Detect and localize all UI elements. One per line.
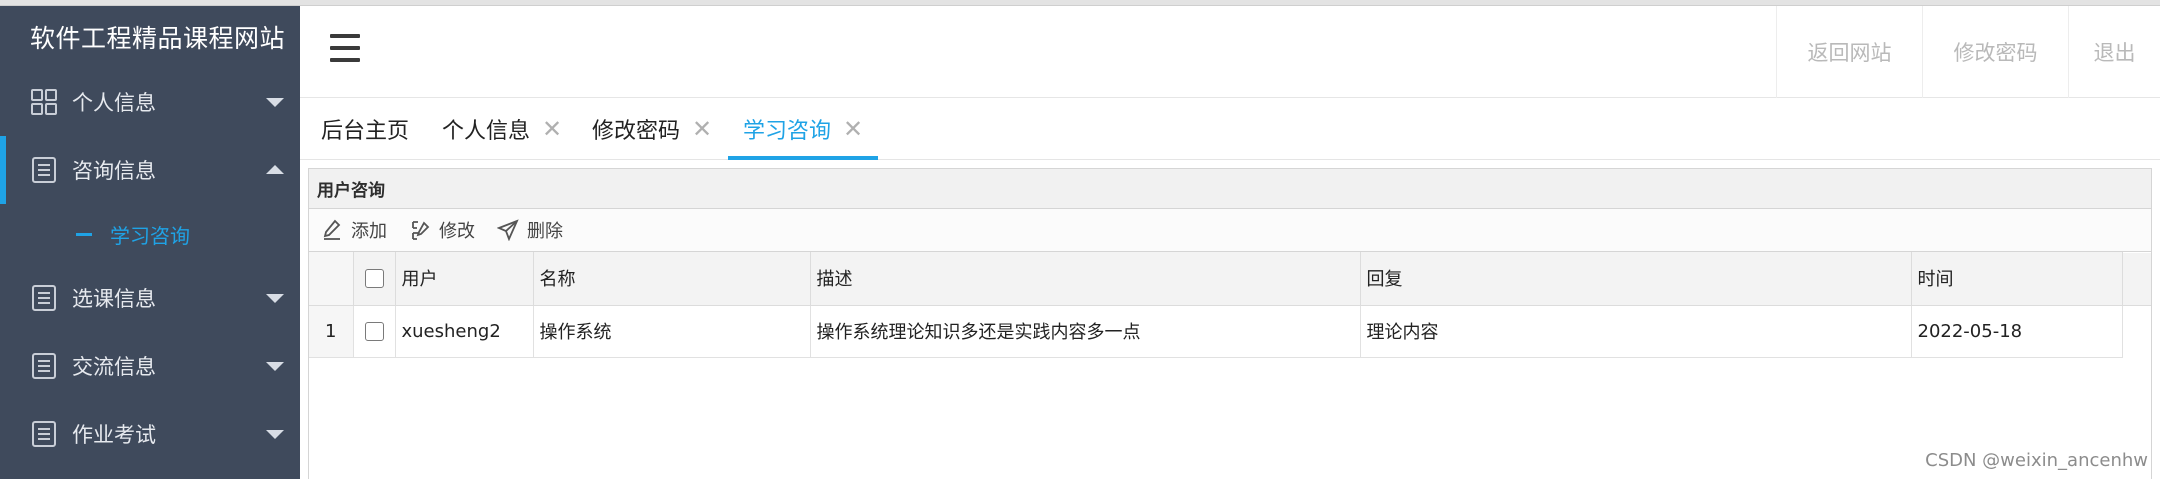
column-header-name[interactable]: 名称 — [533, 252, 811, 306]
sidebar-item-label: 作业考试 — [72, 423, 156, 447]
cell-name: 操作系统 — [533, 305, 811, 358]
change-password-link[interactable]: 修改密码 — [1922, 6, 2068, 98]
pencil-icon — [321, 219, 343, 241]
tab-label: 个人信息 — [442, 119, 531, 144]
tab-dashboard[interactable]: 后台主页 — [321, 98, 409, 160]
sidebar-item-label: 个人信息 — [72, 91, 156, 115]
document-icon — [30, 156, 58, 184]
sidebar-item-homework-exam[interactable]: 作业考试 — [0, 400, 300, 468]
column-header-reply[interactable]: 回复 — [1360, 252, 1912, 306]
sidebar-item-course-selection[interactable]: 选课信息 — [0, 264, 300, 332]
sidebar-item-consult-info[interactable]: 咨询信息 — [0, 136, 300, 204]
tab-change-password[interactable]: 修改密码 ✕ — [592, 98, 712, 160]
delete-button-label: 删除 — [527, 221, 563, 242]
grid-icon — [30, 88, 58, 116]
send-icon — [497, 219, 519, 241]
column-header-time[interactable]: 时间 — [1911, 252, 2123, 306]
tab-label: 修改密码 — [592, 119, 681, 144]
chevron-down-icon — [266, 98, 284, 107]
edit-icon — [409, 219, 431, 241]
tab-personal-info[interactable]: 个人信息 ✕ — [442, 98, 562, 160]
chevron-down-icon — [266, 430, 284, 439]
chevron-up-icon — [266, 165, 284, 174]
row-number: 1 — [309, 305, 354, 358]
sidebar-subitem-label: 学习咨询 — [110, 223, 190, 248]
sidebar-item-label: 咨询信息 — [72, 159, 156, 183]
watermark-text: CSDN @weixin_ancenhw — [1925, 450, 2148, 471]
sidebar-subitem-study-consult[interactable]: 学习咨询 — [0, 204, 300, 264]
consult-panel: 用户咨询 添加 修改 删除 用户 名称 描述 回复 时间 1 xuesheng2… — [308, 168, 2152, 479]
header-links: 返回网站 修改密码 退出 — [1776, 6, 2160, 98]
cell-time: 2022-05-18 — [1911, 305, 2123, 358]
table-header-row: 用户 名称 描述 回复 时间 — [309, 252, 2123, 306]
active-dash — [76, 232, 92, 236]
consult-table: 用户 名称 描述 回复 时间 1 xuesheng2 操作系统 操作系统理论知识… — [309, 252, 2123, 358]
top-header: 返回网站 修改密码 退出 — [300, 6, 2160, 98]
close-icon[interactable]: ✕ — [843, 117, 863, 141]
edit-button[interactable]: 修改 — [409, 217, 475, 243]
site-brand: 软件工程精品课程网站 — [30, 24, 286, 53]
column-header-user[interactable]: 用户 — [395, 252, 534, 306]
panel-title: 用户咨询 — [309, 169, 2151, 209]
close-icon[interactable]: ✕ — [542, 117, 562, 141]
row-checkbox[interactable] — [353, 305, 396, 358]
sidebar: 软件工程精品课程网站 个人信息 咨询信息 学习咨询 选课信息 交流信息 作业考试 — [0, 6, 300, 479]
document-icon — [30, 284, 58, 312]
tab-bar: 后台主页 个人信息 ✕ 修改密码 ✕ 学习咨询 ✕ — [300, 98, 2160, 160]
table-scrollbar-corner — [2122, 253, 2151, 306]
column-header-description[interactable]: 描述 — [810, 252, 1361, 306]
tab-label: 后台主页 — [321, 119, 410, 144]
table-row[interactable]: 1 xuesheng2 操作系统 操作系统理论知识多还是实践内容多一点 理论内容… — [309, 305, 2123, 358]
close-icon[interactable]: ✕ — [692, 117, 712, 141]
active-tab-indicator — [728, 156, 878, 160]
logout-link[interactable]: 退出 — [2068, 6, 2160, 98]
sidebar-item-communication[interactable]: 交流信息 — [0, 332, 300, 400]
sidebar-item-personal-info[interactable]: 个人信息 — [0, 68, 300, 136]
cell-reply: 理论内容 — [1360, 305, 1912, 358]
document-icon — [30, 420, 58, 448]
tab-label: 学习咨询 — [743, 119, 832, 144]
add-button-label: 添加 — [351, 221, 387, 242]
row-number-header — [309, 252, 354, 306]
cell-user: xuesheng2 — [395, 305, 534, 358]
chevron-down-icon — [266, 294, 284, 303]
tab-study-consult[interactable]: 学习咨询 ✕ — [743, 98, 863, 160]
document-icon — [30, 352, 58, 380]
cell-description: 操作系统理论知识多还是实践内容多一点 — [810, 305, 1361, 358]
sidebar-item-label: 交流信息 — [72, 355, 156, 379]
sidebar-item-label: 选课信息 — [72, 287, 156, 311]
toolbar: 添加 修改 删除 — [309, 209, 2151, 252]
select-all-checkbox[interactable] — [353, 252, 396, 306]
back-to-site-link[interactable]: 返回网站 — [1776, 6, 1922, 98]
edit-button-label: 修改 — [439, 221, 475, 242]
delete-button[interactable]: 删除 — [497, 217, 563, 243]
chevron-down-icon — [266, 362, 284, 371]
hamburger-icon[interactable] — [330, 34, 360, 62]
add-button[interactable]: 添加 — [321, 217, 387, 243]
